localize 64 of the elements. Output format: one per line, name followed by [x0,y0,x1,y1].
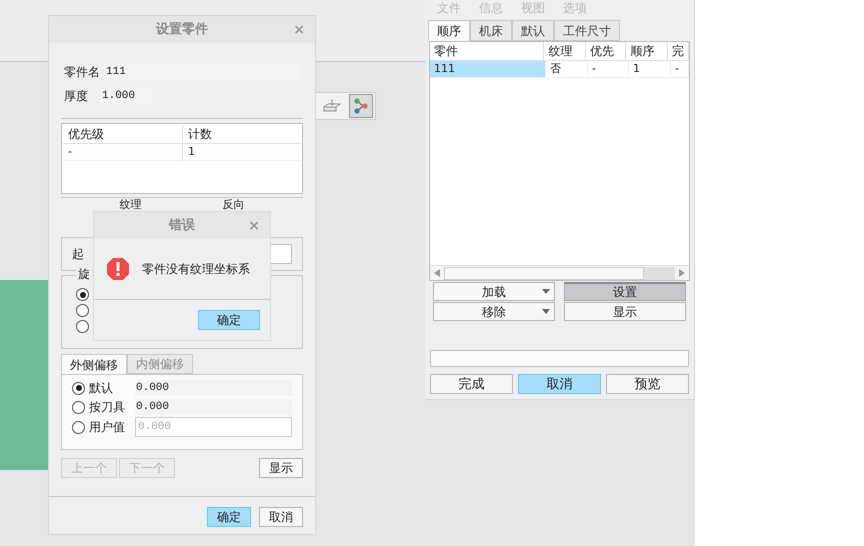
scroll-right-icon[interactable] [679,269,685,277]
radio-button[interactable] [72,400,85,414]
panel-button[interactable]: 显示 [564,302,686,321]
column-header: 完 [668,42,689,60]
option-label: 用户值 [89,419,126,436]
table-cell: - [588,61,629,77]
field-label: 零件名 [64,64,100,81]
offset-value: 0.000 [135,380,292,396]
option-label: 默认 [89,380,114,397]
error-icon [106,257,130,281]
radio-button[interactable] [76,320,89,333]
radio-button[interactable] [76,304,89,317]
thickness-field: 1.000 [100,88,152,104]
dialog-button[interactable]: 预览 [606,374,689,394]
column-header: 优先 [586,42,626,60]
dialog-button[interactable]: 取消 [259,507,303,527]
primary-button[interactable]: 确定 [198,310,260,330]
table-cell-text: 1 [187,144,196,160]
error-message: 零件没有纹理坐标系 [142,261,250,278]
offset-value: 0.000 [135,398,292,416]
caret-icon [542,289,550,294]
group-label: 起 [72,246,84,263]
tab[interactable]: 默认 [512,20,554,41]
caret-icon [542,309,550,314]
horizontal-scrollbar[interactable] [430,265,689,280]
group-label: 旋 [76,268,92,280]
table-cell: - [671,61,689,77]
scroll-thumb[interactable] [444,266,644,280]
dialog-button[interactable]: 完成 [430,374,513,394]
column-header: 零件 [430,42,544,60]
radio-button[interactable] [72,420,85,434]
node-graph-button[interactable] [349,94,373,118]
window-title: 设置零件 [154,20,209,39]
scroll-left-icon[interactable] [434,269,440,277]
table-cell: 111 [430,61,546,77]
primary-button[interactable]: 取消 [518,374,601,394]
panel-button[interactable]: 设置 [564,282,686,301]
section-label: 反向 [222,199,244,210]
column-header: 计数 [187,126,213,143]
user-value-field[interactable]: 0.000 [135,417,292,437]
node-graph-icon [352,97,370,115]
section-label: 纹理 [120,199,142,210]
column-header: 纹理 [544,42,586,60]
field-label: 厚度 [64,88,88,105]
primary-button[interactable]: 确定 [207,507,251,527]
table-cell: 否 [546,61,588,77]
part-name-field: 111 [104,64,300,80]
tab[interactable]: 外侧偏移 [61,354,127,374]
tray-icon[interactable] [323,99,341,113]
column-header: 优先级 [63,125,183,143]
table-cell: 1 [629,61,671,77]
table-cell: - [63,144,183,160]
tab[interactable]: 机床 [470,20,512,41]
dropdown-button[interactable]: 移除 [433,302,555,321]
column-header: 顺序 [626,42,668,60]
dropdown-button[interactable]: 加载 [433,282,555,301]
tab[interactable]: 工件尺寸 [554,20,620,41]
tab[interactable]: 顺序 [428,20,470,41]
dialog-button[interactable]: 显示 [259,458,303,478]
start-field[interactable] [270,244,292,264]
option-label: 按刀具 [89,399,126,416]
window-title: 错误 [168,216,196,235]
radio-button[interactable] [76,288,89,301]
radio-button[interactable] [72,382,85,394]
